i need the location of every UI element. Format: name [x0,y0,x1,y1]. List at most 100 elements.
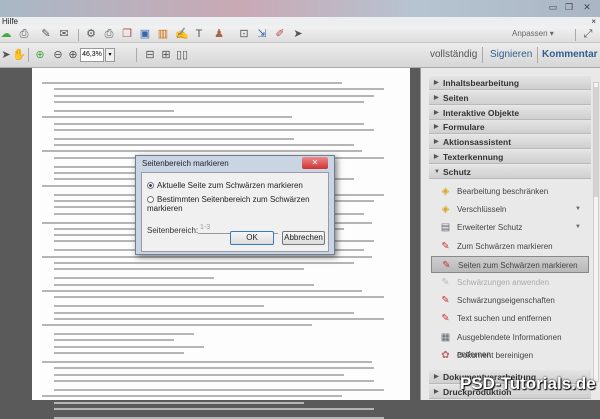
watermark: PSD-Tutorials.de [460,374,596,393]
expand-arrow-icon: ▶ [434,139,439,146]
pages-icon[interactable]: ❐ [121,28,133,40]
redaction-properties-icon: ✎ [441,295,450,307]
fullscreen-icon[interactable]: ⤢ [582,28,594,40]
document-text-line [42,150,362,153]
fit-width-icon[interactable]: ⊞ [160,49,172,61]
panel-item[interactable]: ✎ Text suchen und entfernen [431,310,589,327]
arrow-icon[interactable]: ➤ [0,49,12,61]
label: Text suchen und entfernen [457,314,552,324]
zoom-out-icon[interactable]: ⊖ [52,49,64,61]
gear-icon[interactable]: ⚙ [85,28,97,40]
document-text-line [54,305,264,308]
label: Aktionsassistent [443,137,512,148]
panel-item[interactable]: ✎ Schwärzungen anwenden [431,274,589,291]
label: Schwärzungseigenschaften [457,296,555,306]
expand-arrow-icon: ▶ [434,80,439,86]
scroll-thumb[interactable] [594,87,598,197]
textfield-icon[interactable]: ⊡ [238,28,250,40]
form-icon[interactable]: ✐ [274,28,286,40]
expand-arrow-icon: ▶ [434,124,439,131]
document-text-line [54,317,384,320]
zoom-in-icon[interactable]: ⊕ [67,49,79,61]
label: Verschlüsseln [457,205,507,215]
radio-current-page[interactable]: Aktuelle Seite zum Schwärzen markieren [147,181,303,190]
panel-item[interactable]: ▤ Erweiterter Schutz ▼ [431,219,589,236]
toolbar-main: ☁ ⎙ ✎ ✉ ⚙ ⎙ ❐ ▣ ▥ ✍ T ♟ ⊡ ⇲ ✐ ➤ Anpassen… [0,26,600,43]
panel-item[interactable]: ✎ Seiten zum Schwärzen markieren [431,255,589,273]
panel-section[interactable]: ▶ Texterkennung [429,150,591,164]
panel-item[interactable]: ✎ Schwärzungseigenschaften [431,292,589,309]
document-text-line [54,401,304,404]
text-icon[interactable]: T [193,28,205,40]
menu-hilfe[interactable]: Hilfe [2,17,18,26]
fit-page-icon[interactable]: ⊟ [144,49,156,61]
lock-shield-icon: ◈ [441,204,450,216]
close-doc-button[interactable]: × [591,17,596,26]
panel-section[interactable]: ▶ Inhaltsbearbeitung [429,76,591,90]
hidden-info-icon: ▦ [440,331,451,343]
document-text-line [54,407,374,410]
label: Bearbeitung beschränken [457,187,549,196]
panel-item[interactable]: ◈ Verschlüsseln ▼ [431,201,589,218]
range-label: Seitenbereich: [147,226,199,235]
zoom-dropdown[interactable]: ▾ [105,48,115,62]
panel-section[interactable]: ▶ Formulare [429,120,591,135]
panel-item[interactable]: ◈ Bearbeitung beschränken [431,183,589,200]
dropdown-arrow-icon[interactable]: ▼ [575,219,581,236]
tools-tab[interactable]: vollständig [430,49,477,60]
document-text-line [54,333,194,336]
document-text-line [54,339,174,342]
panel-section[interactable]: ▶ Aktionsassistent [429,135,591,150]
document-text-line [54,277,214,280]
color-icon[interactable]: ▥ [157,28,169,40]
print-production-icon[interactable]: ⎙ [103,28,115,40]
hand-icon[interactable]: ✋ [12,49,26,61]
search-remove-icon: ✎ [441,313,450,325]
panel-scrollbar[interactable] [593,82,599,382]
panel-item[interactable]: ▦ Ausgeblendete Informationen entfernen [431,329,589,359]
edit-icon[interactable]: ✎ [40,28,52,40]
expand-arrow-icon: ▼ [434,169,440,175]
panel-section-schutz[interactable]: ▼ Schutz [429,165,591,179]
redact-mark-icon: ✎ [441,240,450,252]
cancel-button[interactable]: Abbrechen [282,231,325,245]
close-window-button[interactable]: ✕ [580,2,594,13]
document-text-line [54,296,384,299]
document-text-line [54,388,384,391]
document-text-line [54,311,354,314]
cursor-icon[interactable]: ➤ [292,28,304,40]
two-page-icon[interactable]: ▯▯ [176,49,188,61]
document-text-line [54,416,384,419]
comment-icon[interactable]: ✍ [175,28,189,40]
document-text-line [42,289,362,292]
customize-button[interactable]: Anpassen ▾ [512,29,554,38]
document-text-line [54,367,374,370]
restore-button[interactable]: ❐ [562,2,576,13]
marquee-zoom-icon[interactable]: ⊕ [34,49,46,61]
document-text-line [42,255,372,258]
dropdown-arrow-icon[interactable]: ▼ [575,201,581,218]
mail-icon[interactable]: ✉ [58,28,70,40]
label: Formulare [443,122,485,133]
ok-button[interactable]: OK [230,231,274,245]
document-text-line [54,128,374,131]
radio-page-range[interactable]: Bestimmten Seitenbereich zum Schwärzen m… [147,195,328,213]
panel-item[interactable]: ✎ Zum Schwärzen markieren [431,238,589,255]
label: Seiten zum Schwärzen markieren [458,260,578,270]
dialog-close-button[interactable]: ✕ [302,157,328,169]
label: Texterkennung [443,152,504,162]
print-icon[interactable]: ⎙ [18,28,30,40]
upload-icon[interactable]: ☁ [0,28,12,40]
select-icon[interactable]: ▣ [139,28,151,40]
comment-tab[interactable]: Kommentar [542,49,598,60]
zoom-input[interactable]: 46,3% [80,48,104,62]
panel-section[interactable]: ▶ Seiten [429,90,591,105]
minimize-button[interactable]: ▭ [546,2,560,13]
panel-item[interactable]: ✿ Dokument bereinigen [431,347,589,364]
panel-section[interactable]: ▶ Interaktive Objekte [429,105,591,120]
label: Erweiterter Schutz [457,223,523,233]
export-icon[interactable]: ⇲ [256,28,268,40]
expand-arrow-icon: ▶ [434,389,439,395]
stamp-icon[interactable]: ♟ [213,28,225,40]
sign-tab[interactable]: Signieren [490,49,532,60]
